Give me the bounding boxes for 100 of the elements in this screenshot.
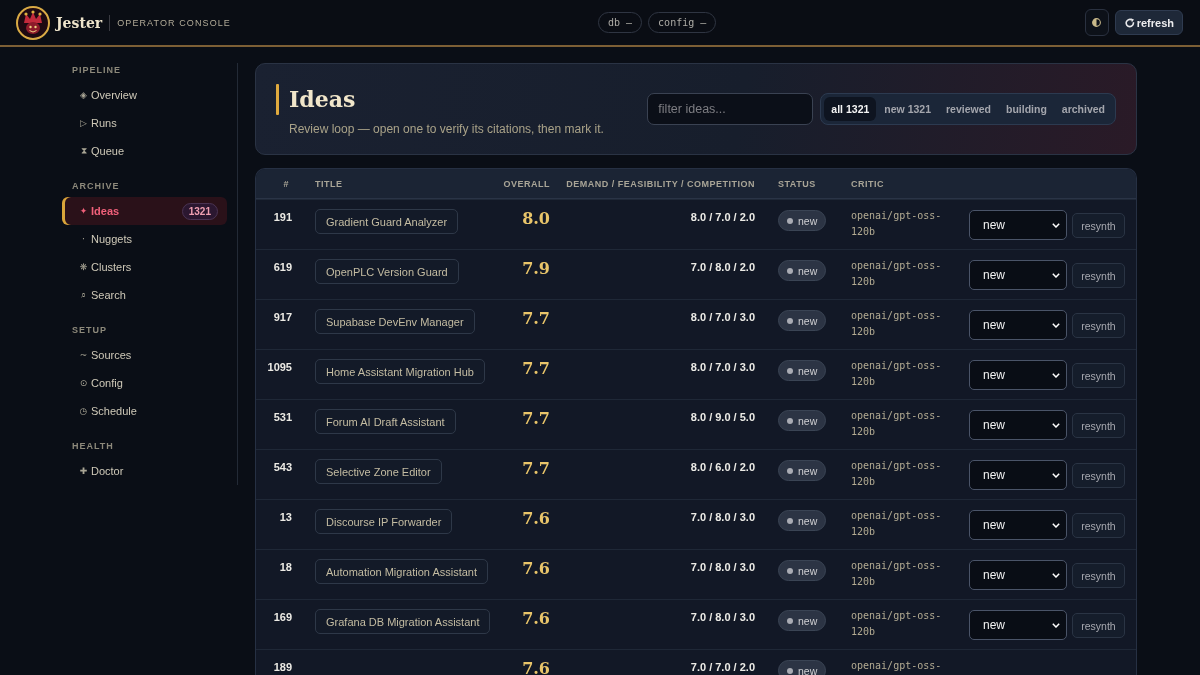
- idea-title-button[interactable]: Gradient Guard Analyzer: [315, 209, 459, 234]
- sidebar-item[interactable]: ✦ Ideas 1321: [62, 197, 227, 225]
- idea-title-button[interactable]: OpenPLC Version Guard: [315, 259, 459, 284]
- resynth-button[interactable]: resynth: [1072, 563, 1125, 588]
- refresh-button[interactable]: refresh: [1114, 10, 1183, 35]
- section-label: HEALTH: [72, 440, 114, 453]
- sidebar-item[interactable]: ⌕ Search: [62, 281, 227, 309]
- filter-tab[interactable]: reviewed: [939, 97, 998, 121]
- resynth-button[interactable]: resynth: [1072, 213, 1125, 238]
- filter-tab[interactable]: new 1321: [877, 97, 938, 121]
- row-number: 169: [273, 610, 292, 624]
- filter-tab[interactable]: building: [998, 97, 1054, 121]
- count-badge: 1321: [181, 202, 218, 220]
- decision-select[interactable]: new: [969, 360, 1067, 390]
- status-dot-icon: [787, 217, 793, 224]
- overall-score: 7.9: [522, 259, 550, 279]
- status-dot-icon: [787, 467, 793, 474]
- row-number: 1095: [267, 360, 292, 374]
- resynth-button[interactable]: resynth: [1072, 413, 1125, 438]
- sidebar-item[interactable]: ◈ Overview: [62, 81, 227, 109]
- overall-score: 7.7: [522, 409, 550, 429]
- decision-select[interactable]: new: [969, 560, 1067, 590]
- critic-model: openai/gpt-oss-120b: [851, 609, 943, 639]
- column-header: OVERALL: [503, 178, 550, 189]
- decision-select[interactable]: new: [969, 610, 1067, 640]
- filter-tab[interactable]: all 1321: [824, 97, 877, 121]
- sidebar-item[interactable]: ❋ Clusters: [62, 253, 227, 281]
- section-label: ARCHIVE: [72, 180, 120, 193]
- critic-model: openai/gpt-oss-120b: [851, 409, 943, 439]
- idea-title-button[interactable]: Forum AI Draft Assistant: [315, 409, 456, 434]
- row-number: 191: [273, 210, 292, 224]
- resynth-button[interactable]: resynth: [1072, 513, 1125, 538]
- status-dot-icon: [787, 567, 793, 574]
- resynth-button[interactable]: resynth: [1072, 263, 1125, 288]
- console-label: OPERATOR CONSOLE: [117, 17, 231, 28]
- overall-score: 7.6: [522, 659, 550, 675]
- decision-select[interactable]: new: [969, 410, 1067, 440]
- idea-title-button[interactable]: Grafana DB Migration Assistant: [315, 609, 491, 634]
- triangle-icon: ▷: [78, 118, 89, 128]
- resynth-button[interactable]: resynth: [1072, 313, 1125, 338]
- critic-model: openai/gpt-oss-120b: [851, 259, 943, 289]
- chevron-icon: [1052, 222, 1060, 228]
- overall-score: 8.0: [522, 209, 550, 229]
- idea-title-button[interactable]: Automation Migration Assistant: [315, 559, 489, 584]
- decision-select[interactable]: new: [969, 260, 1067, 290]
- theme-toggle-button[interactable]: [1084, 9, 1109, 36]
- idea-title-button[interactable]: Selective Zone Editor: [315, 459, 442, 484]
- ring-icon: ⊙: [78, 378, 89, 388]
- row-number: 619: [273, 260, 292, 274]
- column-header: TITLE: [315, 178, 343, 189]
- sidebar-item[interactable]: · Nuggets: [62, 225, 227, 253]
- hourglass-icon: ⧗: [78, 145, 89, 157]
- column-header: CRITIC: [851, 178, 884, 189]
- resynth-button[interactable]: resynth: [1072, 613, 1125, 638]
- status-text: new: [798, 564, 818, 577]
- jester-logo-icon: [16, 5, 50, 40]
- row-number: 543: [273, 460, 292, 474]
- row-number: 189: [273, 660, 292, 674]
- status-dot-icon: [787, 417, 793, 424]
- sidebar-item[interactable]: ◷ Schedule: [62, 397, 227, 425]
- decision-select[interactable]: new: [969, 510, 1067, 540]
- score-breakdown: 8.0 / 6.0 / 2.0: [690, 460, 755, 474]
- plus-icon: ✚: [78, 466, 89, 476]
- idea-title-button[interactable]: Discourse IP Forwarder: [315, 509, 453, 534]
- decision-select[interactable]: new: [969, 460, 1067, 490]
- overall-score: 7.7: [522, 459, 550, 479]
- tilde-icon: ~: [78, 350, 89, 360]
- resynth-button[interactable]: resynth: [1072, 463, 1125, 488]
- status-dot-icon: [787, 267, 793, 274]
- row-number: 18: [279, 560, 292, 574]
- decision-select[interactable]: new: [969, 310, 1067, 340]
- critic-model: openai/gpt-oss-120b: [851, 309, 943, 339]
- sidebar-item[interactable]: ✚ Doctor: [62, 457, 227, 485]
- resynth-button[interactable]: resynth: [1072, 363, 1125, 388]
- status-dot-icon: [787, 317, 793, 324]
- sidebar-item[interactable]: ~ Sources: [62, 341, 227, 369]
- score-breakdown: 8.0 / 9.0 / 5.0: [690, 410, 755, 424]
- overall-score: 7.7: [522, 309, 550, 329]
- score-breakdown: 8.0 / 7.0 / 3.0: [690, 310, 755, 324]
- idea-title-button[interactable]: Home Assistant Migration Hub: [315, 359, 485, 384]
- filter-tab[interactable]: archived: [1054, 97, 1112, 121]
- filter-input[interactable]: filter ideas...: [647, 93, 814, 125]
- chevron-icon: [1052, 322, 1060, 328]
- chevron-icon: [1052, 422, 1060, 428]
- chevron-icon: [1052, 372, 1060, 378]
- idea-title-button[interactable]: Supabase DevEnv Manager: [315, 309, 475, 334]
- status-dot-icon: [787, 517, 793, 524]
- score-breakdown: 7.0 / 8.0 / 3.0: [690, 510, 755, 524]
- critic-model: openai/gpt-oss-: [851, 659, 943, 673]
- critic-model: openai/gpt-oss-120b: [851, 559, 943, 589]
- sidebar-item[interactable]: ⊙ Config: [62, 369, 227, 397]
- sidebar-item[interactable]: ▷ Runs: [62, 109, 227, 137]
- critic-model: openai/gpt-oss-120b: [851, 209, 943, 239]
- sidebar-item[interactable]: ⧗ Queue: [62, 137, 227, 165]
- decision-select[interactable]: new: [969, 210, 1067, 240]
- dot-icon: ·: [78, 234, 89, 244]
- critic-model: openai/gpt-oss-120b: [851, 509, 943, 539]
- refresh-icon: [1124, 17, 1135, 28]
- overall-score: 7.6: [522, 609, 550, 629]
- chevron-icon: [1052, 622, 1060, 628]
